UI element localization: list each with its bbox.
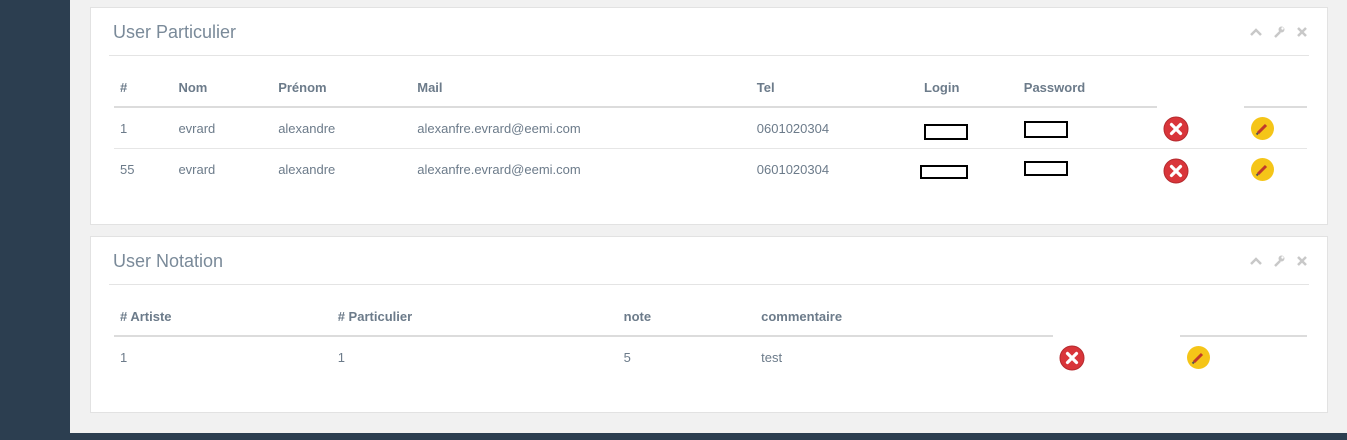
pencil-edit-icon[interactable] (1250, 157, 1275, 182)
table-header-row: # Nom Prénom Mail Tel Login Password (114, 69, 1307, 108)
column-header: Tel (750, 69, 919, 108)
delete-x-icon[interactable] (1163, 116, 1189, 142)
panel-tools (1249, 25, 1309, 39)
delete-x-icon[interactable] (1163, 158, 1189, 184)
column-header: # (114, 69, 173, 108)
column-header: Nom (172, 69, 273, 108)
delete-x-icon[interactable] (1059, 345, 1085, 371)
redacted-login (920, 164, 969, 179)
cell-artiste: 1 (120, 349, 128, 365)
cell-prenom: alexandre (278, 161, 336, 177)
cell-particulier: 1 (337, 349, 345, 365)
table-row: 1 1 5 test (114, 336, 1307, 377)
wrench-icon[interactable] (1272, 254, 1286, 268)
column-header: Prénom (272, 69, 412, 108)
cell-prenom: alexandre (272, 107, 412, 149)
pencil-edit-icon[interactable] (1250, 116, 1275, 141)
chevron-up-icon[interactable] (1249, 25, 1263, 39)
cell-id: 1 (114, 107, 173, 149)
column-header: Mail (411, 69, 751, 108)
redacted-login (924, 123, 969, 140)
redacted-password (1023, 121, 1068, 138)
cell-note: 5 (623, 349, 631, 365)
cell-commentaire: test (761, 349, 783, 365)
column-header: Password (1017, 69, 1157, 108)
column-header: # Particulier (331, 298, 618, 337)
cell-nom: evrard (178, 161, 216, 177)
panel-title: User Notation (113, 251, 224, 271)
user-particulier-table: # Nom Prénom Mail Tel Login Password 1 e… (114, 69, 1307, 189)
table-row: 1 evrard alexandre alexanfre.evrard@eemi… (114, 107, 1307, 149)
panel-title: User Particulier (113, 22, 237, 42)
pencil-edit-icon[interactable] (1186, 345, 1211, 370)
close-icon[interactable] (1295, 254, 1309, 268)
panel-tools (1249, 254, 1309, 268)
cell-mail: alexanfre.evrard@eemi.com (411, 107, 751, 149)
table-row: 55 evrard alexandre alexanfre.evrard@eem… (114, 149, 1307, 190)
table-header-row: # Artiste # Particulier note commentaire (114, 298, 1307, 337)
cell-nom: evrard (172, 107, 273, 149)
column-header: Login (918, 69, 1018, 108)
panel-header: User Notation (109, 237, 1309, 285)
wrench-icon[interactable] (1272, 25, 1286, 39)
cell-tel: 0601020304 (756, 161, 830, 177)
cell-id: 55 (120, 161, 135, 177)
sidebar (0, 0, 70, 440)
column-header: # Artiste (114, 298, 332, 337)
main-content: User Particulier # Nom Prénom Mail Tel L… (70, 0, 1347, 433)
panel-header: User Particulier (109, 8, 1309, 56)
column-header: note (617, 298, 756, 337)
cell-mail: alexanfre.evrard@eemi.com (417, 161, 581, 177)
close-icon[interactable] (1295, 25, 1309, 39)
redacted-password (1023, 161, 1068, 176)
panel-user-particulier: User Particulier # Nom Prénom Mail Tel L… (90, 7, 1328, 225)
user-notation-table: # Artiste # Particulier note commentaire… (114, 298, 1307, 377)
chevron-up-icon[interactable] (1249, 254, 1263, 268)
column-header: commentaire (755, 298, 1054, 337)
cell-tel: 0601020304 (750, 107, 919, 149)
panel-user-notation: User Notation # Artiste # Particulier no… (90, 236, 1328, 413)
